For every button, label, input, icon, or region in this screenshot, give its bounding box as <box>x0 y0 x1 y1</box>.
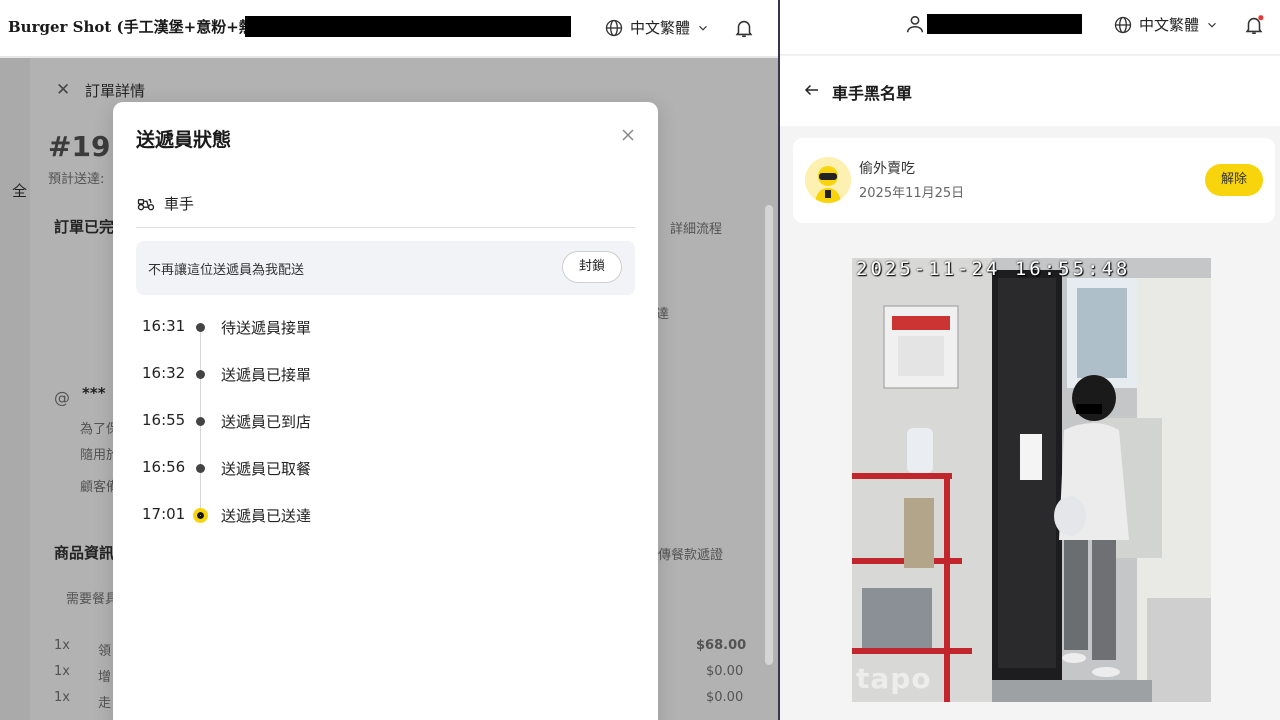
redacted-block <box>927 14 1082 34</box>
right-top-bar: 中文繁體 <box>780 0 1280 55</box>
timeline-item: 16:31 待送遞員接單 <box>136 315 536 339</box>
bell-icon[interactable] <box>733 17 755 39</box>
globe-icon <box>605 19 623 36</box>
cctv-scene <box>852 258 1211 702</box>
notification-dot <box>1258 15 1264 21</box>
chevron-down-icon <box>699 25 707 31</box>
timeline-time: 16:56 <box>142 458 186 476</box>
timeline-item-active: 17:01 送遞員已送達 <box>136 503 536 527</box>
timeline-dot <box>196 464 205 473</box>
redacted-block <box>245 16 571 37</box>
timeline-status: 送遞員已取餐 <box>221 460 312 478</box>
timeline-item: 16:55 送遞員已到店 <box>136 409 536 433</box>
language-selector[interactable]: 中文繁體 <box>1113 14 1219 35</box>
status-timeline: 16:31 待送遞員接單 16:32 送遞員已接單 16:55 送遞員已到店 1… <box>136 307 635 547</box>
timeline-dot <box>196 370 205 379</box>
timeline-status: 送遞員已接單 <box>221 366 312 384</box>
rider-blacklist-pane: 中文繁體 車手黑名單 偷外賣吃 2025年11月25日 解除 2025-11-2… <box>780 0 1280 720</box>
photo-timestamp: 2025-11-24 16:55:48 <box>856 258 1131 280</box>
modal-title: 送遞員狀態 <box>136 129 232 151</box>
store-name: Burger Shot (手工漢堡+意粉+熱狗) <box>8 18 276 36</box>
avatar <box>805 157 851 203</box>
scooter-icon <box>137 199 155 211</box>
timeline-time: 16:32 <box>142 364 186 382</box>
left-top-bar: Burger Shot (手工漢堡+意粉+熱狗) 中文繁體 <box>0 0 778 57</box>
bell-icon[interactable] <box>1243 14 1265 36</box>
globe-icon <box>1114 16 1132 33</box>
camera-watermark: tapo <box>856 662 932 695</box>
timeline-item: 16:32 送遞員已接單 <box>136 362 536 386</box>
merchant-order-pane: Burger Shot (手工漢堡+意粉+熱狗) 中文繁體 ✕ 訂單詳情 #19… <box>0 0 778 720</box>
language-label: 中文繁體 <box>630 19 691 37</box>
rider-avatar-icon <box>805 157 851 203</box>
timeline-time: 17:01 <box>142 505 186 523</box>
timeline-status: 待送遞員接單 <box>221 319 312 337</box>
block-description: 不再讓這位送遞員為我配送 <box>148 263 305 278</box>
courier-status-modal: 送遞員狀態 車手 不再讓這位送遞員為我配送 封鎖 16:31 待送遞員接單 16… <box>113 102 658 720</box>
page-header: 車手黑名單 <box>780 56 1280 126</box>
blacklist-date: 2025年11月25日 <box>859 186 965 201</box>
user-icon[interactable] <box>904 13 926 35</box>
scrollbar[interactable] <box>765 205 773 665</box>
rider-label: 車手 <box>164 195 195 213</box>
close-icon[interactable] <box>620 127 636 143</box>
timeline-dot <box>196 323 205 332</box>
chevron-down-icon <box>1208 22 1216 28</box>
language-label: 中文繁體 <box>1139 16 1200 34</box>
cctv-photo: 2025-11-24 16:55:48 tapo <box>852 258 1211 702</box>
back-arrow-icon[interactable] <box>803 81 821 99</box>
timeline-time: 16:31 <box>142 317 186 335</box>
language-selector[interactable]: 中文繁體 <box>604 17 710 38</box>
blacklisted-rider-card: 偷外賣吃 2025年11月25日 解除 <box>793 138 1275 223</box>
page-title: 車手黑名單 <box>832 84 913 103</box>
rider-type-row: 車手 <box>136 190 635 228</box>
block-button[interactable]: 封鎖 <box>562 251 622 283</box>
timeline-status: 送遞員已到店 <box>221 413 312 431</box>
rider-name: 偷外賣吃 <box>859 161 915 177</box>
timeline-status: 送遞員已送達 <box>221 507 312 525</box>
block-courier-box: 不再讓這位送遞員為我配送 封鎖 <box>136 241 635 295</box>
timeline-dot <box>196 417 205 426</box>
unblock-button[interactable]: 解除 <box>1205 164 1263 196</box>
timeline-item: 16:56 送遞員已取餐 <box>136 456 536 480</box>
timeline-time: 16:55 <box>142 411 186 429</box>
timeline-dot-active <box>193 508 208 523</box>
